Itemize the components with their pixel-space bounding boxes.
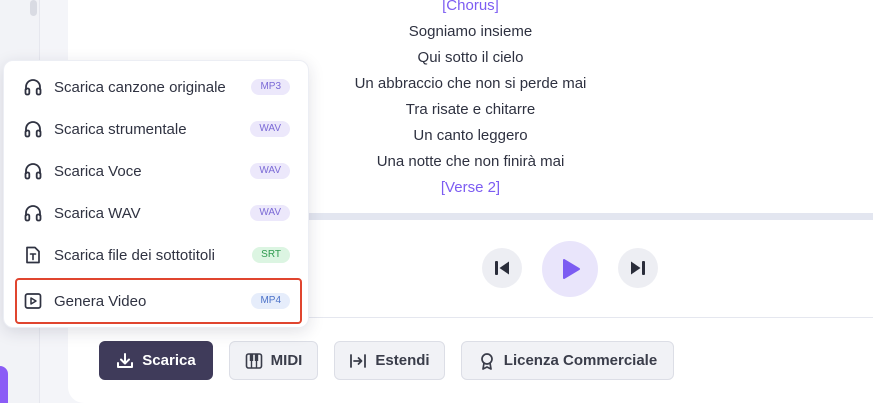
play-button[interactable] (542, 241, 598, 297)
download-button-label: Scarica (142, 352, 196, 369)
menu-item-download-instrumental[interactable]: Scarica strumentale WAV (4, 108, 310, 150)
commercial-license-label: Licenza Commerciale (503, 352, 658, 369)
headphones-icon (24, 121, 42, 138)
menu-item-label: Scarica Voce (54, 162, 142, 180)
play-icon (563, 259, 580, 279)
format-badge: WAV (250, 205, 290, 221)
menu-item-download-wav[interactable]: Scarica WAV WAV (4, 192, 310, 234)
headphones-icon (24, 163, 42, 180)
skip-next-icon (631, 261, 645, 275)
extend-icon (350, 353, 367, 368)
lyric-line: Sogniamo insieme (408, 23, 533, 40)
menu-item-label: Scarica WAV (54, 204, 141, 222)
menu-item-download-subtitles[interactable]: Scarica file dei sottotitoli SRT (4, 234, 310, 276)
extend-button-label: Estendi (375, 352, 430, 369)
menu-item-label: Genera Video (54, 292, 147, 310)
headphones-icon (24, 79, 42, 96)
menu-item-label: Scarica file dei sottotitoli (54, 246, 215, 264)
menu-item-download-original[interactable]: Scarica canzone originale MP3 (4, 66, 310, 108)
download-options-menu: Scarica canzone originale MP3 Scarica st… (3, 60, 309, 328)
format-badge: WAV (250, 163, 290, 179)
format-badge: WAV (250, 121, 290, 137)
piano-keys-icon (245, 352, 262, 369)
format-badge: MP3 (251, 79, 290, 95)
extend-button[interactable]: Estendi (334, 341, 445, 380)
menu-item-label: Scarica canzone originale (54, 78, 226, 96)
sidebar-accent-tab[interactable] (0, 366, 8, 403)
menu-item-generate-video[interactable]: Genera Video MP4 (4, 280, 310, 322)
format-badge: MP4 (251, 293, 290, 309)
menu-item-label: Scarica strumentale (54, 120, 187, 138)
lyric-section-tag: [Chorus] (442, 0, 499, 14)
previous-track-button[interactable] (482, 248, 522, 288)
subtitle-file-icon (26, 246, 40, 264)
skip-previous-icon (495, 261, 509, 275)
format-badge: SRT (252, 247, 290, 263)
midi-button[interactable]: MIDI (229, 341, 318, 380)
next-track-button[interactable] (618, 248, 658, 288)
download-button[interactable]: Scarica (99, 341, 213, 380)
scrollbar-thumb[interactable] (30, 0, 37, 16)
midi-button-label: MIDI (270, 352, 303, 369)
download-icon (117, 352, 134, 368)
headphones-icon (24, 205, 42, 222)
menu-item-download-vocals[interactable]: Scarica Voce WAV (4, 150, 310, 192)
award-ribbon-icon (480, 352, 493, 370)
commercial-license-button[interactable]: Licenza Commerciale (461, 341, 674, 380)
video-play-icon (24, 293, 42, 309)
